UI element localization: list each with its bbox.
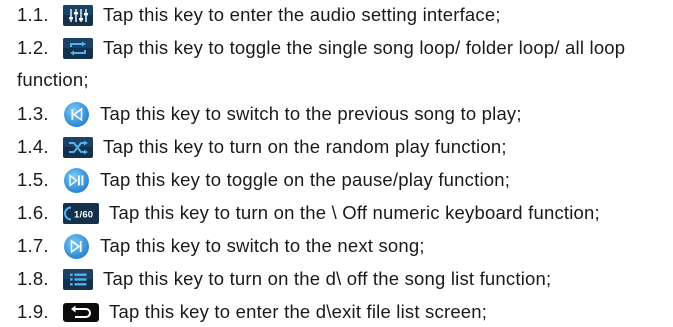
list-item: 1.5. Tap this key to toggle on the pause… [17,165,510,195]
list-item: 1.1. Tap this key to enter the audio set… [17,0,501,30]
item-text: Tap this key to turn on the random play … [103,136,507,157]
back-icon [63,302,99,322]
list-item: 1.7. Tap this key to switch to the next … [17,231,425,261]
shuffle-icon [63,136,93,158]
item-text: Tap this key to turn on the d\ off the s… [103,268,552,289]
item-text: Tap this key to enter the d\exit file li… [109,301,488,322]
item-number: 1.2. [17,37,49,58]
previous-icon [63,101,90,128]
list-item: 1.2. Tap this key to toggle the single s… [17,33,625,63]
item-number: 1.9. [17,301,49,322]
item-text: Tap this key to enter the audio setting … [103,4,501,25]
item-number: 1.5. [17,169,49,190]
item-number: 1.3. [17,103,49,124]
list-item: 1.8. Tap this key to turn on the d\ off … [17,264,551,294]
list-item: 1.4. Tap this key to turn on the random … [17,132,507,162]
item-text: Tap this key to switch to the next song; [100,235,425,256]
numeric-keypad-icon: 1/60 [63,202,99,224]
list-item: 1.6. 1/60 Tap this key to turn on the \ … [17,198,600,228]
next-icon [63,233,90,260]
item-number: 1.8. [17,268,49,289]
item-text: function; [17,69,89,90]
item-text: Tap this key to toggle the single song l… [103,37,626,58]
item-text: Tap this key to turn on the \ Off numeri… [109,202,600,223]
list-item-continuation: function; [17,65,89,95]
item-number: 1.6. [17,202,49,223]
equalizer-icon [63,4,93,26]
play-pause-icon [63,167,90,194]
repeat-icon [63,37,93,59]
item-number: 1.7. [17,235,49,256]
item-number: 1.4. [17,136,49,157]
item-text: Tap this key to toggle on the pause/play… [100,169,511,190]
item-text: Tap this key to switch to the previous s… [100,103,522,124]
item-number: 1.1. [17,4,49,25]
list-icon [63,268,93,290]
numeric-keypad-icon-label: 1/60 [74,209,93,220]
list-item: 1.3. Tap this key to switch to the previ… [17,99,522,129]
instruction-list: 1.1. Tap this key to enter the audio set… [0,0,673,323]
